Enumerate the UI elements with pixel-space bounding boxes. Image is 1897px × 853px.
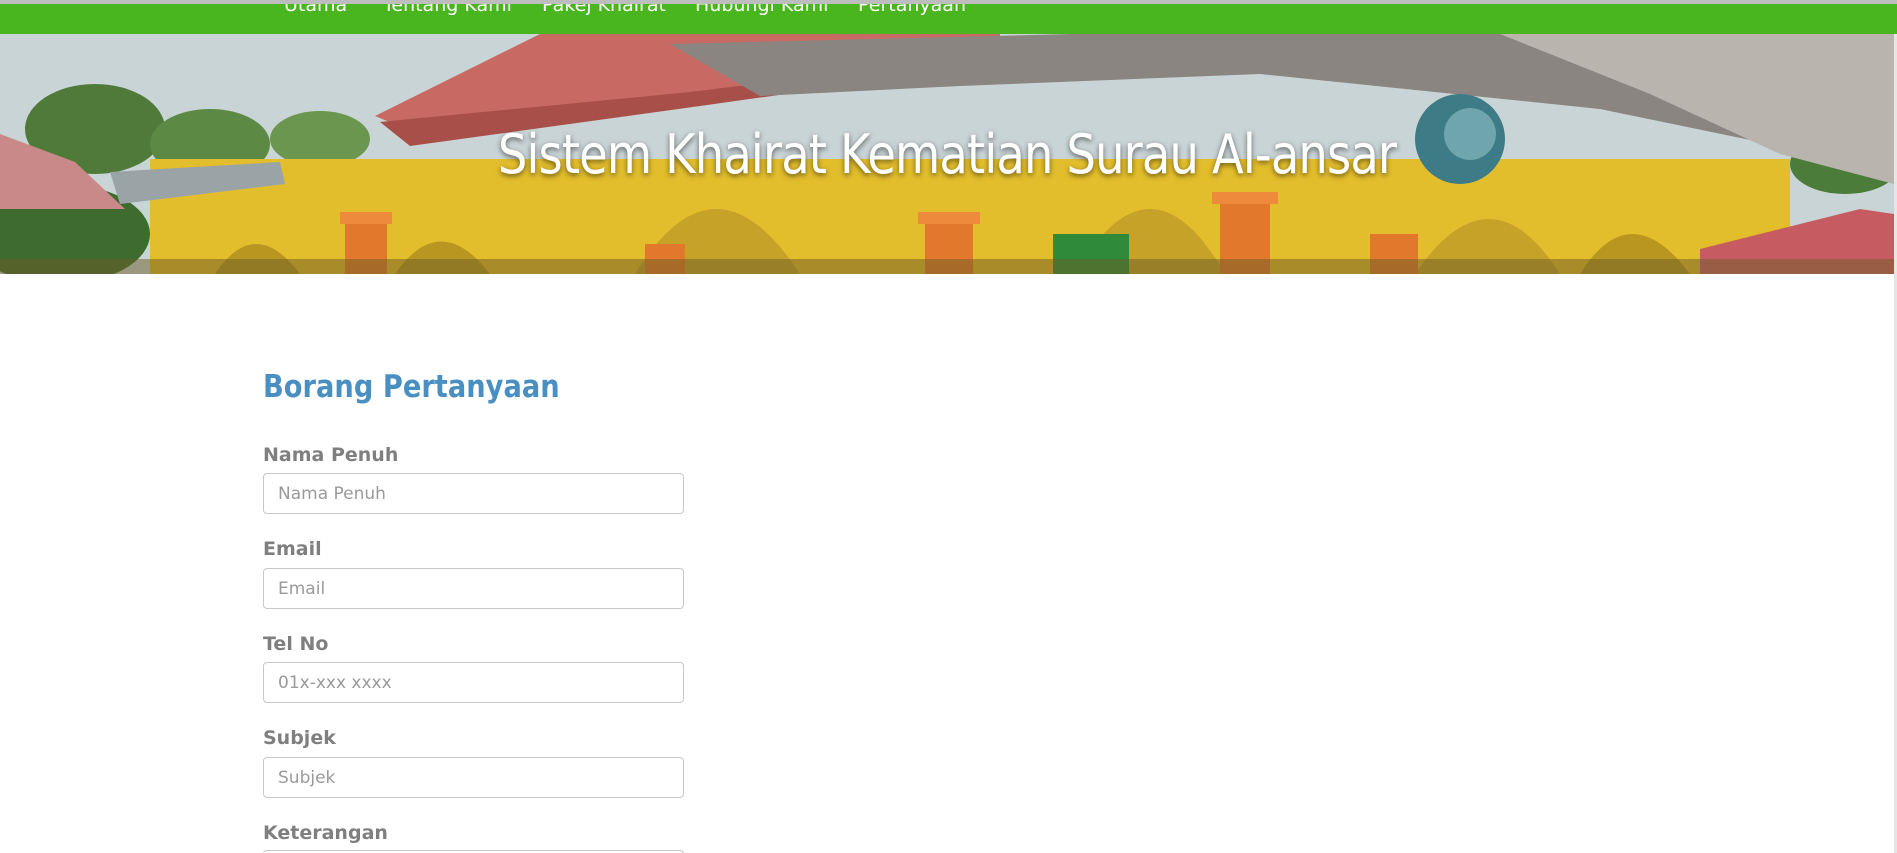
hero-title: Sistem Khairat Kematian Surau Al-ansar — [497, 123, 1397, 186]
main-navbar: Utama Tentang Kami Pakej Khairat Hubungi… — [0, 4, 1897, 34]
form-title: Borang Pertanyaan — [263, 369, 560, 405]
label-subjek: Subjek — [263, 727, 336, 749]
page: Utama Tentang Kami Pakej Khairat Hubungi… — [0, 0, 1897, 853]
label-email: Email — [263, 538, 322, 560]
nav-item-utama[interactable]: Utama — [284, 4, 347, 17]
subjek-input[interactable] — [263, 757, 684, 798]
nav-item-pakej-khairat[interactable]: Pakej Khairat — [542, 4, 666, 17]
nav-item-pertanyaan[interactable]: Pertanyaan — [858, 4, 966, 17]
label-keterangan: Keterangan — [263, 822, 388, 844]
tel-no-input[interactable] — [263, 662, 684, 703]
hero-banner: Sistem Khairat Kematian Surau Al-ansar — [0, 34, 1894, 274]
nav-item-hubungi-kami[interactable]: Hubungi Kami — [695, 4, 828, 17]
label-tel-no: Tel No — [263, 633, 329, 655]
label-nama-penuh: Nama Penuh — [263, 444, 399, 466]
email-input[interactable] — [263, 568, 684, 609]
nama-penuh-input[interactable] — [263, 473, 684, 514]
nav-item-tentang-kami[interactable]: Tentang Kami — [383, 4, 512, 17]
